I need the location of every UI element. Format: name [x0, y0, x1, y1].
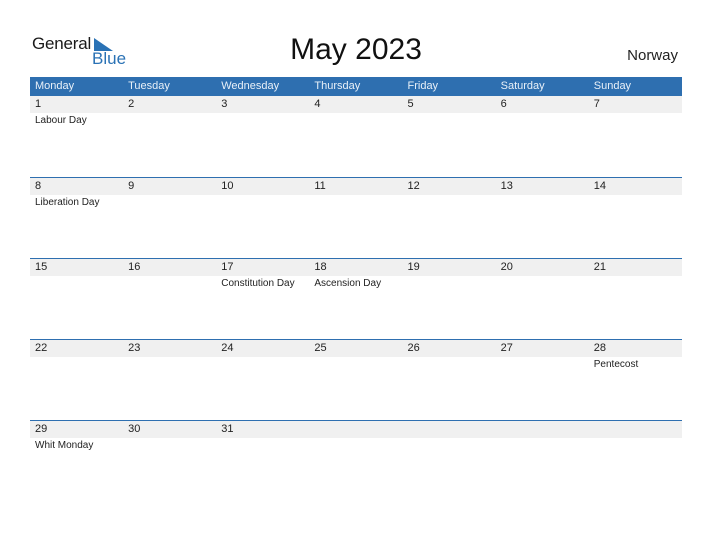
day-number: 15	[35, 261, 48, 273]
weekday-monday: Monday	[35, 80, 75, 92]
holiday-label	[589, 438, 682, 454]
holiday-label	[589, 276, 682, 292]
holiday-label	[496, 113, 589, 129]
weekday-friday: Friday	[407, 80, 439, 92]
day-number: 21	[593, 261, 606, 273]
holiday-label	[496, 357, 589, 373]
day-number: 8	[35, 180, 42, 192]
week-row: 15 16 17 18 19 20 21 Constitution Day Ascension …	[30, 258, 682, 339]
day-number: 2	[128, 98, 135, 110]
day-number	[309, 421, 402, 438]
day-number: 30	[128, 423, 141, 435]
day-number: 31	[221, 423, 234, 435]
day-number: 7	[593, 98, 600, 110]
weekday-tuesday: Tuesday	[128, 80, 170, 92]
holiday-label: Whit Monday	[35, 440, 94, 451]
day-number: 5	[407, 98, 414, 110]
date-strip: 29 30 31	[30, 421, 682, 438]
day-number: 11	[314, 180, 326, 192]
holiday-label	[403, 195, 496, 211]
day-number	[403, 421, 496, 438]
holiday-strip: Liberation Day	[30, 195, 682, 211]
holiday-strip: Labour Day	[30, 113, 682, 129]
week-row: 8 9 10 11 12 13 14 Liberation Day	[30, 177, 682, 258]
holiday-label: Ascension Day	[314, 278, 382, 289]
day-number: 12	[407, 180, 420, 192]
day-number: 3	[221, 98, 228, 110]
holiday-strip: Constitution Day Ascension Day	[30, 276, 682, 292]
day-number: 20	[500, 261, 513, 273]
holiday-label	[123, 276, 216, 292]
weekday-wednesday: Wednesday	[221, 80, 280, 92]
day-number: 14	[593, 180, 606, 192]
weekday-thursday: Thursday	[314, 80, 361, 92]
holiday-label	[30, 357, 123, 373]
holiday-label	[403, 357, 496, 373]
day-number: 6	[500, 98, 507, 110]
week-row: 22 23 24 25 26 27 28 Pentecost	[30, 339, 682, 420]
calendar-grid: Monday Tuesday Wednesday Thursday Friday…	[30, 77, 682, 501]
day-number: 16	[128, 261, 141, 273]
day-number: 26	[407, 342, 420, 354]
weekday-saturday: Saturday	[500, 80, 545, 92]
holiday-strip: Pentecost	[30, 357, 682, 373]
week-row: 29 30 31 Whit Monday	[30, 420, 682, 501]
holiday-label	[403, 438, 496, 454]
holiday-label	[216, 113, 309, 129]
holiday-label	[123, 357, 216, 373]
date-strip: 22 23 24 25 26 27 28	[30, 340, 682, 357]
day-number: 23	[128, 342, 141, 354]
holiday-label	[589, 195, 682, 211]
holiday-label	[403, 113, 496, 129]
holiday-label	[123, 195, 216, 211]
day-number: 25	[314, 342, 327, 354]
week-row: 1 2 3 4 5 6 7 Labour Day	[30, 96, 682, 177]
holiday-label	[123, 438, 216, 454]
date-strip: 15 16 17 18 19 20 21	[30, 259, 682, 276]
holiday-label	[216, 357, 309, 373]
day-number: 27	[500, 342, 513, 354]
holiday-label	[309, 113, 402, 129]
holiday-label	[496, 195, 589, 211]
day-number: 28	[593, 342, 606, 354]
holiday-label	[216, 195, 309, 211]
holiday-label	[30, 276, 123, 292]
holiday-label: Liberation Day	[35, 197, 100, 208]
weekday-sunday: Sunday	[593, 80, 632, 92]
day-number: 17	[221, 261, 234, 273]
holiday-label	[403, 276, 496, 292]
holiday-label: Constitution Day	[221, 278, 295, 289]
day-number: 24	[221, 342, 234, 354]
day-number: 19	[407, 261, 420, 273]
holiday-strip: Whit Monday	[30, 438, 682, 454]
holiday-label	[496, 438, 589, 454]
weeks-container: 1 2 3 4 5 6 7 Labour Day 8 9 10 11 12 13 14 Liberation …	[30, 96, 682, 501]
day-number: 22	[35, 342, 48, 354]
day-number: 29	[35, 423, 48, 435]
weekday-header: Monday Tuesday Wednesday Thursday Friday…	[30, 77, 682, 96]
date-strip: 1 2 3 4 5 6 7	[30, 96, 682, 113]
holiday-label	[496, 276, 589, 292]
holiday-label	[216, 438, 309, 454]
day-number: 4	[314, 98, 321, 110]
day-number	[496, 421, 589, 438]
date-strip: 8 9 10 11 12 13 14	[30, 178, 682, 195]
country-label: Norway	[627, 47, 678, 64]
holiday-label	[309, 357, 402, 373]
day-number	[589, 421, 682, 438]
day-number: 9	[128, 180, 135, 192]
holiday-label	[309, 195, 402, 211]
day-number: 10	[221, 180, 234, 192]
holiday-label	[309, 438, 402, 454]
holiday-label	[589, 113, 682, 129]
holiday-label: Labour Day	[35, 115, 87, 126]
day-number: 18	[314, 261, 327, 273]
day-number: 1	[35, 98, 42, 110]
day-number: 13	[500, 180, 513, 192]
calendar-title: May 2023	[290, 33, 422, 66]
holiday-label	[123, 113, 216, 129]
holiday-label: Pentecost	[593, 359, 639, 370]
